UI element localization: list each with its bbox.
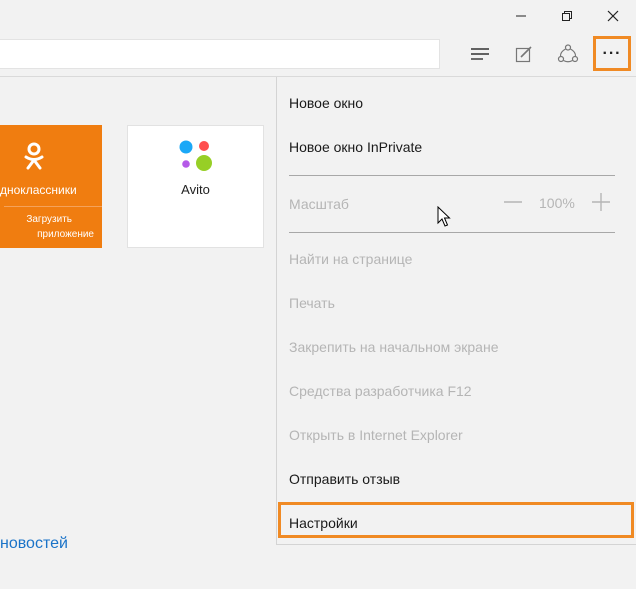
minimize-button[interactable] [498,0,544,32]
close-icon [607,10,619,22]
tile-label: Avito [181,182,210,197]
menu-item-print[interactable]: Печать [289,295,335,311]
more-icon: ··· [602,44,622,62]
share-icon [557,44,579,63]
title-bar [0,0,636,32]
tile-divider [4,206,102,207]
menu-item-new-window[interactable]: Новое окно [289,95,363,111]
close-button[interactable] [590,0,636,32]
share-button[interactable] [548,34,588,74]
browser-toolbar [0,32,636,77]
minimize-icon [516,15,526,17]
tile-subtitle-line1: Загрузить [26,214,72,225]
menu-divider [289,175,615,176]
menu-item-pin[interactable]: Закрепить на начальном экране [289,339,499,355]
zoom-out-button[interactable] [501,190,525,214]
tile-odnoklassniki[interactable]: дноклассники Загрузить приложение [0,125,102,248]
avito-logo-icon [179,140,212,171]
menu-item-open-ie[interactable]: Открыть в Internet Explorer [289,427,463,443]
menu-divider [289,232,615,233]
minus-icon [504,201,522,203]
web-note-icon [515,46,532,63]
hub-button[interactable] [460,34,500,74]
more-actions-menu: Новое окно Новое окно InPrivate Масштаб … [276,77,636,545]
mouse-cursor-icon [437,206,451,227]
tile-label: дноклассники [0,183,77,197]
tile-subtitle-line2: приложение [37,229,94,240]
address-bar[interactable] [0,39,440,69]
settings-highlight [278,502,634,538]
tile-avito[interactable]: Avito [127,125,264,248]
menu-item-find[interactable]: Найти на странице [289,251,412,267]
plus-icon [592,193,610,211]
menu-item-devtools[interactable]: Средства разработчика F12 [289,383,472,399]
menu-item-feedback[interactable]: Отправить отзыв [289,471,400,487]
zoom-value: 100% [539,195,575,211]
zoom-in-button[interactable] [589,190,613,214]
hub-icon [471,48,489,60]
news-link[interactable]: новостей [0,535,68,553]
restore-button[interactable] [544,0,590,32]
web-note-button[interactable] [504,34,544,74]
menu-item-new-inprivate[interactable]: Новое окно InPrivate [289,139,422,155]
menu-item-zoom: Масштаб [289,196,349,212]
odnoklassniki-icon [24,142,44,170]
more-actions-button[interactable]: ··· [593,36,631,71]
restore-icon [562,11,572,21]
